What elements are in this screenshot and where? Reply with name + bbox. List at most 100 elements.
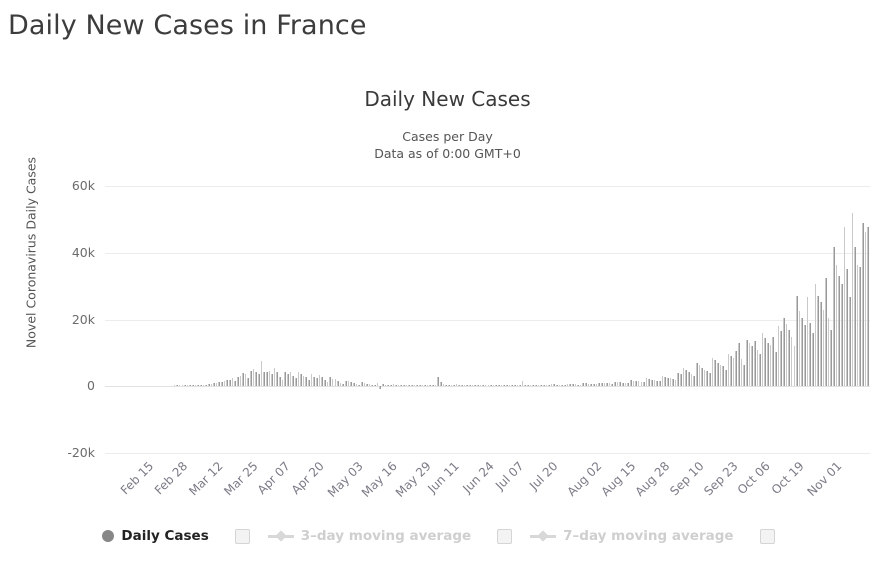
bar[interactable] (819, 302, 822, 387)
bar[interactable] (221, 381, 223, 387)
bar[interactable] (587, 383, 590, 387)
bar[interactable] (598, 382, 600, 387)
bar[interactable] (593, 383, 595, 387)
bar[interactable] (653, 379, 656, 387)
bar[interactable] (247, 377, 250, 387)
bar[interactable] (434, 385, 437, 387)
bar[interactable] (542, 385, 545, 387)
bar[interactable] (440, 381, 442, 387)
bar[interactable] (476, 385, 479, 387)
bar[interactable] (194, 385, 197, 387)
bar[interactable] (345, 380, 347, 387)
bar[interactable] (397, 384, 400, 387)
bar[interactable] (323, 379, 326, 387)
bar[interactable] (432, 385, 434, 387)
bar[interactable] (553, 384, 556, 387)
bar[interactable] (218, 382, 221, 387)
bar[interactable] (411, 384, 413, 387)
bar[interactable] (585, 383, 587, 387)
bar[interactable] (719, 364, 722, 387)
bar[interactable] (426, 385, 429, 387)
bar[interactable] (300, 373, 302, 387)
bar[interactable] (461, 384, 463, 387)
bar[interactable] (447, 384, 450, 387)
bar[interactable] (606, 383, 608, 387)
legend-item-daily-cases[interactable]: Daily Cases (102, 528, 209, 544)
bar[interactable] (854, 247, 856, 387)
bar[interactable] (371, 384, 374, 387)
bar[interactable] (178, 385, 181, 387)
bar[interactable] (564, 385, 566, 387)
bar[interactable] (392, 384, 395, 387)
bar[interactable] (173, 385, 176, 387)
bar[interactable] (466, 385, 469, 387)
bar[interactable] (811, 332, 814, 387)
bar[interactable] (205, 384, 207, 387)
bar[interactable] (738, 342, 740, 387)
bar[interactable] (223, 380, 226, 387)
bar[interactable] (228, 379, 231, 387)
bar[interactable] (867, 227, 869, 387)
bar[interactable] (690, 373, 693, 387)
bar[interactable] (809, 322, 811, 387)
bar[interactable] (487, 384, 490, 387)
legend-item-3-day-moving-average[interactable]: 3–day moving average (267, 528, 471, 544)
bar[interactable] (279, 376, 281, 387)
bar[interactable] (287, 373, 289, 387)
bar[interactable] (292, 376, 294, 387)
bar[interactable] (231, 378, 234, 387)
bar[interactable] (637, 381, 640, 387)
bar[interactable] (316, 378, 318, 387)
bar[interactable] (666, 377, 669, 387)
bar[interactable] (450, 385, 453, 387)
bar[interactable] (199, 385, 202, 387)
bar[interactable] (640, 381, 643, 387)
bar[interactable] (339, 382, 342, 387)
bar[interactable] (308, 379, 310, 387)
bar[interactable] (236, 376, 239, 387)
bar[interactable] (759, 353, 761, 387)
bar[interactable] (730, 355, 732, 387)
bar[interactable] (463, 385, 466, 387)
bar[interactable] (294, 377, 297, 387)
bar[interactable] (379, 386, 381, 389)
bar[interactable] (711, 357, 714, 387)
bar[interactable] (347, 381, 350, 387)
bar[interactable] (273, 367, 276, 387)
bar[interactable] (835, 265, 838, 387)
bar[interactable] (189, 385, 192, 387)
bar[interactable] (624, 382, 627, 387)
bar[interactable] (753, 341, 756, 387)
bar[interactable] (516, 385, 519, 387)
bar[interactable] (226, 380, 228, 387)
bar[interactable] (648, 378, 651, 387)
bar[interactable] (202, 384, 205, 387)
bar[interactable] (284, 372, 286, 387)
bar[interactable] (664, 376, 666, 387)
bar[interactable] (782, 317, 785, 387)
bar[interactable] (492, 385, 495, 387)
bar[interactable] (521, 381, 524, 387)
bar[interactable] (234, 380, 236, 387)
bar[interactable] (192, 385, 194, 387)
bar[interactable] (790, 336, 793, 387)
bar[interactable] (505, 385, 508, 387)
bar[interactable] (590, 383, 592, 387)
bar[interactable] (458, 384, 461, 387)
bar[interactable] (350, 382, 352, 387)
bar[interactable] (384, 384, 387, 387)
bar[interactable] (289, 371, 292, 387)
bar[interactable] (577, 384, 579, 387)
bar[interactable] (658, 381, 661, 387)
bar[interactable] (519, 385, 521, 387)
bar[interactable] (798, 311, 801, 387)
bar[interactable] (727, 353, 730, 387)
bar[interactable] (825, 278, 827, 387)
bar[interactable] (258, 373, 260, 387)
bar[interactable] (381, 384, 384, 387)
bar[interactable] (400, 385, 403, 387)
bar[interactable] (437, 376, 439, 387)
bar[interactable] (833, 247, 835, 387)
bar[interactable] (313, 377, 316, 387)
bar[interactable] (748, 342, 751, 387)
